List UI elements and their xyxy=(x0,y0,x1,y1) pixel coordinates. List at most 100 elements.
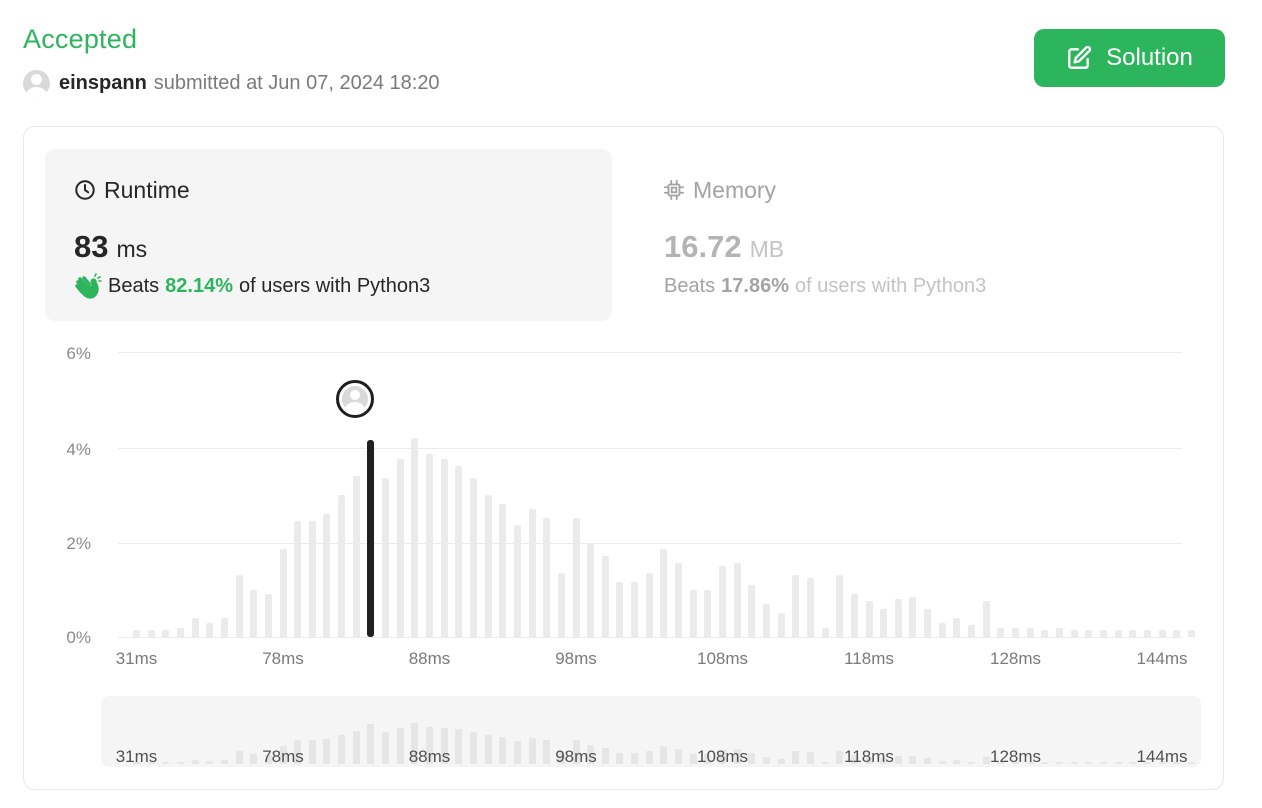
runtime-bar[interactable] xyxy=(426,454,433,637)
runtime-bar[interactable] xyxy=(1114,629,1122,637)
runtime-bar[interactable] xyxy=(1026,627,1034,637)
brush-bar xyxy=(938,761,946,764)
runtime-bar[interactable] xyxy=(675,563,683,637)
runtime-bar[interactable] xyxy=(719,565,726,637)
runtime-bar[interactable] xyxy=(733,563,741,637)
runtime-bar[interactable] xyxy=(704,589,712,637)
runtime-bar[interactable] xyxy=(484,494,492,637)
runtime-bar[interactable] xyxy=(264,594,272,637)
brush-bar xyxy=(645,750,653,764)
runtime-bar[interactable] xyxy=(543,518,551,637)
runtime-bar[interactable] xyxy=(850,594,858,637)
runtime-bar[interactable] xyxy=(338,494,346,637)
runtime-bar[interactable] xyxy=(587,544,595,637)
runtime-bar[interactable] xyxy=(235,575,243,637)
runtime-bar[interactable] xyxy=(250,589,258,637)
runtime-bar[interactable] xyxy=(557,572,565,637)
runtime-bar[interactable] xyxy=(1012,627,1019,637)
brush-bar xyxy=(455,729,463,764)
x-tick-label: 118ms xyxy=(844,649,894,668)
runtime-bar[interactable] xyxy=(352,475,360,637)
runtime-bar[interactable] xyxy=(924,608,932,637)
memory-value: 16.72 MB xyxy=(664,229,785,264)
runtime-bar[interactable] xyxy=(938,622,946,637)
brush-bar xyxy=(250,754,258,764)
runtime-bar[interactable] xyxy=(1173,629,1181,637)
runtime-title: Runtime xyxy=(74,177,190,203)
runtime-bar[interactable] xyxy=(133,629,140,637)
runtime-bar[interactable] xyxy=(1129,629,1137,637)
gridline xyxy=(118,637,1182,638)
runtime-bar[interactable] xyxy=(836,575,844,637)
runtime-bar[interactable] xyxy=(792,575,800,637)
edit-icon xyxy=(1066,45,1092,71)
selected-runtime-bar[interactable] xyxy=(367,439,375,637)
runtime-bar[interactable] xyxy=(953,618,961,637)
username-link[interactable]: einspann xyxy=(59,72,147,95)
runtime-bar[interactable] xyxy=(162,629,170,637)
runtime-value: 83 ms xyxy=(74,229,148,264)
runtime-bar[interactable] xyxy=(440,458,448,637)
runtime-bar[interactable] xyxy=(616,582,624,637)
runtime-bar[interactable] xyxy=(1143,629,1151,637)
runtime-bar[interactable] xyxy=(806,577,814,637)
runtime-bar[interactable] xyxy=(308,520,316,637)
runtime-bar[interactable] xyxy=(455,466,463,637)
runtime-bar[interactable] xyxy=(689,589,697,637)
runtime-bar[interactable] xyxy=(645,572,653,637)
runtime-bar[interactable] xyxy=(821,627,829,637)
runtime-bar[interactable] xyxy=(191,618,199,637)
x-tick-label: 108ms xyxy=(696,649,749,668)
runtime-bar[interactable] xyxy=(220,618,228,637)
runtime-bar[interactable] xyxy=(572,518,580,637)
brush-bar xyxy=(792,751,800,764)
brush-bar xyxy=(762,757,770,764)
runtime-bar[interactable] xyxy=(147,629,155,637)
runtime-bar[interactable] xyxy=(660,549,668,637)
brush-bar xyxy=(953,760,961,764)
runtime-bar[interactable] xyxy=(1070,629,1078,637)
runtime-bar[interactable] xyxy=(1187,629,1195,637)
runtime-bar[interactable] xyxy=(206,622,214,637)
runtime-bar[interactable] xyxy=(909,596,917,637)
runtime-bar[interactable] xyxy=(176,627,184,637)
runtime-bar[interactable] xyxy=(411,437,419,637)
x-tick-label: 144ms xyxy=(1136,649,1188,668)
gridline xyxy=(118,352,1182,353)
runtime-bar[interactable] xyxy=(1041,629,1049,637)
runtime-bar[interactable] xyxy=(968,625,976,637)
runtime-bar[interactable] xyxy=(631,582,639,637)
runtime-bar[interactable] xyxy=(513,525,521,637)
runtime-bar[interactable] xyxy=(748,584,756,637)
avatar[interactable] xyxy=(23,69,50,97)
runtime-bar[interactable] xyxy=(1099,629,1107,637)
runtime-bar[interactable] xyxy=(880,608,888,637)
x-tick-label: 31ms xyxy=(115,649,158,668)
solution-button[interactable]: Solution xyxy=(1034,29,1225,87)
runtime-bar[interactable] xyxy=(323,513,331,637)
runtime-bar[interactable] xyxy=(469,477,477,637)
runtime-bar[interactable] xyxy=(1158,629,1166,637)
brush-bar xyxy=(543,739,551,764)
brush-bar xyxy=(601,747,609,764)
runtime-bar[interactable] xyxy=(396,458,404,637)
runtime-bar[interactable] xyxy=(528,508,536,637)
runtime-bar[interactable] xyxy=(1055,627,1063,637)
runtime-bar[interactable] xyxy=(382,477,390,637)
runtime-bar[interactable] xyxy=(777,613,785,637)
brush-bar xyxy=(308,740,316,764)
x-tick-label: 78ms xyxy=(262,649,304,668)
runtime-bar[interactable] xyxy=(865,601,873,637)
runtime-bar[interactable] xyxy=(997,627,1005,637)
brush-bar xyxy=(968,761,976,764)
runtime-bar[interactable] xyxy=(499,504,507,637)
runtime-bar[interactable] xyxy=(982,601,990,637)
runtime-bar[interactable] xyxy=(1085,629,1093,637)
runtime-bar[interactable] xyxy=(279,549,287,637)
runtime-bar[interactable] xyxy=(762,603,770,637)
runtime-bar[interactable] xyxy=(601,556,609,637)
runtime-bar[interactable] xyxy=(894,599,902,637)
runtime-bar[interactable] xyxy=(294,520,302,637)
brush-bar xyxy=(528,737,536,764)
brush-bar xyxy=(396,727,404,764)
